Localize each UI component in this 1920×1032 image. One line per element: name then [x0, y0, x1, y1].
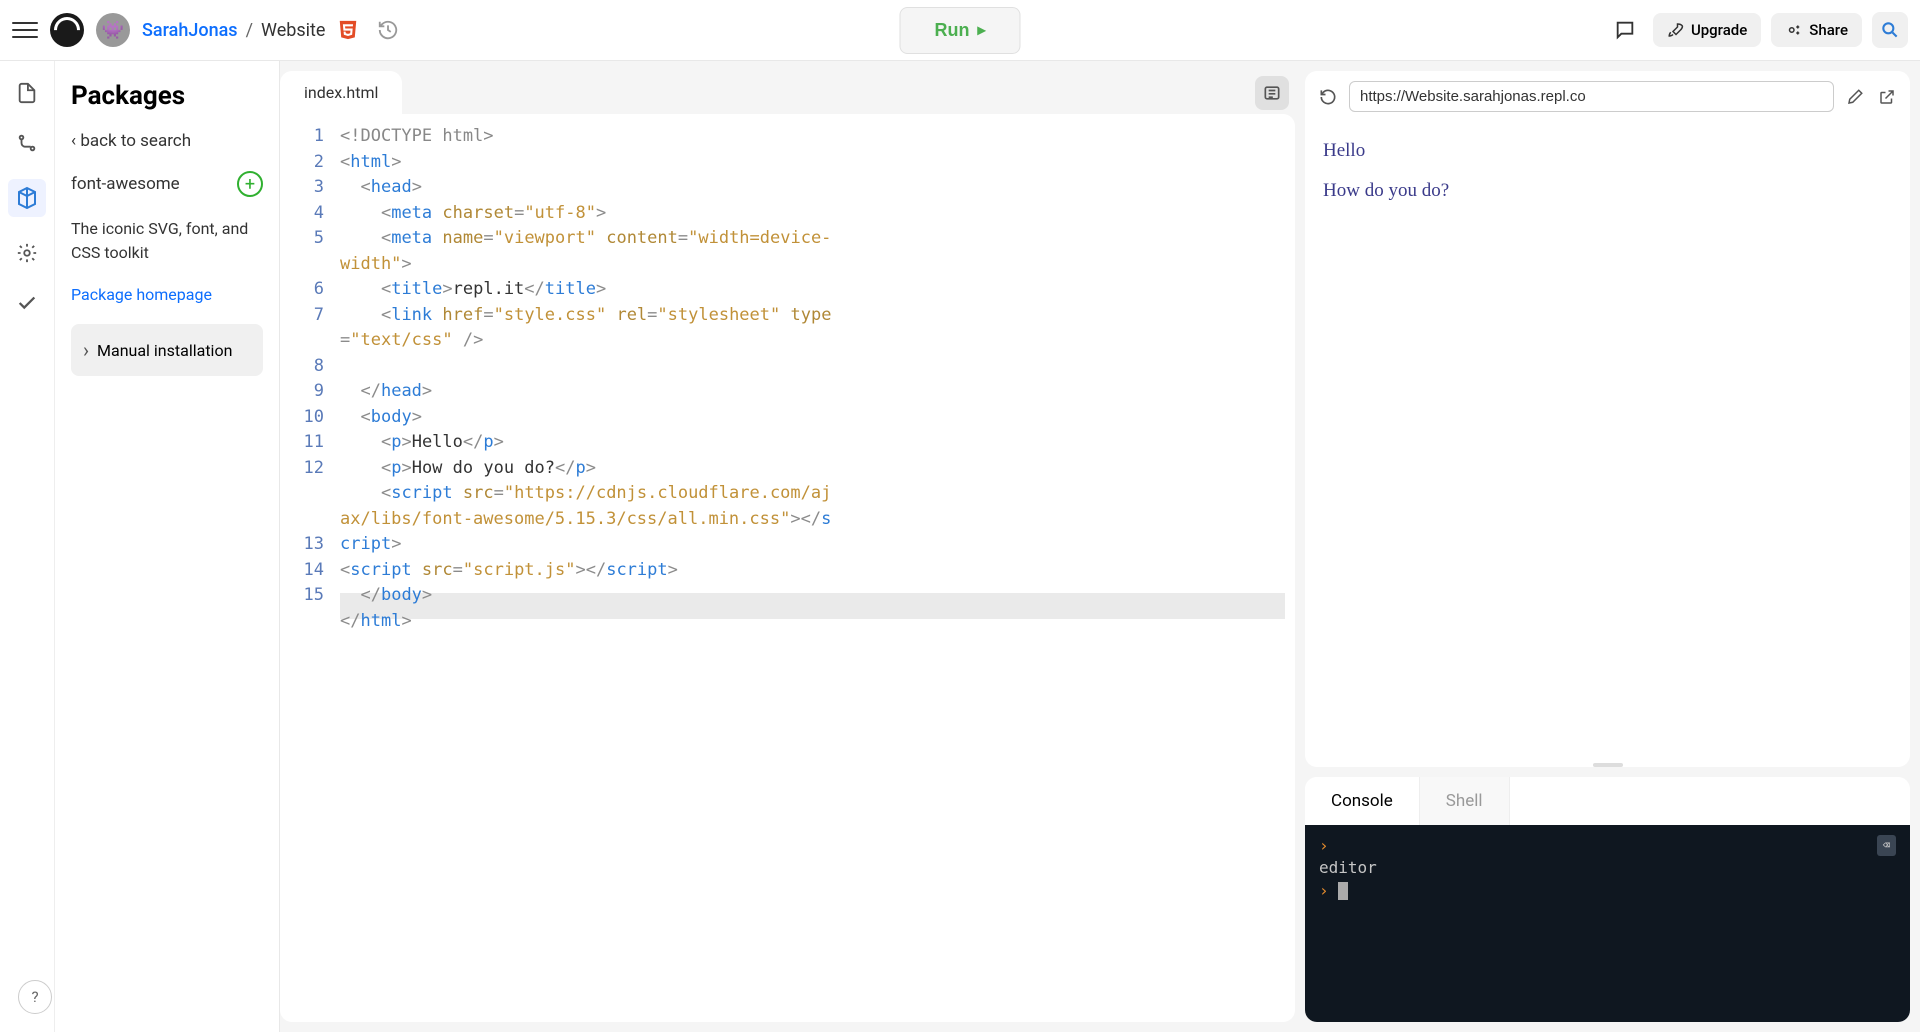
- html5-icon: [337, 19, 359, 41]
- files-icon[interactable]: [13, 79, 41, 107]
- add-package-button[interactable]: +: [237, 171, 263, 197]
- terminal-cursor: [1338, 882, 1348, 900]
- preview-panel: Hello How do you do?: [1305, 71, 1910, 767]
- manual-install-toggle[interactable]: Manual installation: [71, 324, 263, 376]
- run-label: Run: [934, 20, 969, 41]
- package-name: font-awesome: [71, 174, 180, 194]
- terminal[interactable]: › editor › ⌫: [1305, 825, 1910, 1022]
- url-input[interactable]: [1349, 81, 1834, 112]
- sidebar: Packages ‹ back to search font-awesome +…: [55, 61, 279, 1032]
- upgrade-button[interactable]: Upgrade: [1653, 13, 1761, 47]
- rail-bar: [0, 61, 55, 1032]
- resize-handle[interactable]: [1593, 763, 1623, 767]
- breadcrumb-user[interactable]: SarahJonas: [142, 20, 238, 41]
- breadcrumb-project[interactable]: Website: [261, 20, 325, 41]
- version-icon[interactable]: [13, 129, 41, 157]
- prompt-icon: ›: [1319, 881, 1329, 900]
- share-label: Share: [1809, 21, 1848, 39]
- console-panel: Console Shell › editor › ⌫: [1305, 777, 1910, 1022]
- help-icon[interactable]: ?: [18, 980, 52, 1014]
- breadcrumb: SarahJonas / Website: [142, 20, 325, 41]
- package-description: The iconic SVG, font, and CSS toolkit: [71, 217, 263, 265]
- sidebar-title: Packages: [71, 81, 263, 111]
- code-editor[interactable]: 123456789101112131415 <!DOCTYPE html><ht…: [280, 114, 1295, 1022]
- preview-content: Hello How do you do?: [1305, 122, 1910, 763]
- run-button[interactable]: Run: [899, 7, 1020, 54]
- rocket-icon: [1667, 21, 1685, 39]
- terminal-output: editor: [1319, 858, 1377, 877]
- tab-shell[interactable]: Shell: [1420, 777, 1510, 825]
- share-button[interactable]: Share: [1771, 13, 1862, 47]
- search-icon[interactable]: [1872, 12, 1908, 48]
- menu-icon[interactable]: [12, 17, 38, 43]
- package-homepage-link[interactable]: Package homepage: [71, 285, 263, 304]
- markdown-icon[interactable]: [1255, 76, 1289, 110]
- clear-icon[interactable]: ⌫: [1877, 835, 1896, 856]
- logo-icon[interactable]: [50, 13, 84, 47]
- file-tabs: index.html: [280, 71, 1295, 114]
- file-tab[interactable]: index.html: [280, 71, 402, 114]
- breadcrumb-sep: /: [246, 20, 253, 41]
- packages-icon[interactable]: [8, 179, 46, 217]
- check-icon[interactable]: [13, 289, 41, 317]
- history-icon[interactable]: [377, 19, 399, 41]
- back-to-search[interactable]: ‹ back to search: [71, 131, 263, 151]
- settings-icon[interactable]: [13, 239, 41, 267]
- tab-console[interactable]: Console: [1305, 777, 1420, 825]
- open-external-icon[interactable]: [1876, 86, 1898, 108]
- avatar[interactable]: 👾: [96, 13, 130, 47]
- prompt-icon: ›: [1319, 836, 1329, 855]
- top-bar: 👾 SarahJonas / Website Run Upgrade Share: [0, 0, 1920, 61]
- reload-icon[interactable]: [1317, 86, 1339, 108]
- share-icon: [1785, 21, 1803, 39]
- edit-icon[interactable]: [1844, 86, 1866, 108]
- upgrade-label: Upgrade: [1691, 21, 1747, 39]
- chat-icon[interactable]: [1607, 12, 1643, 48]
